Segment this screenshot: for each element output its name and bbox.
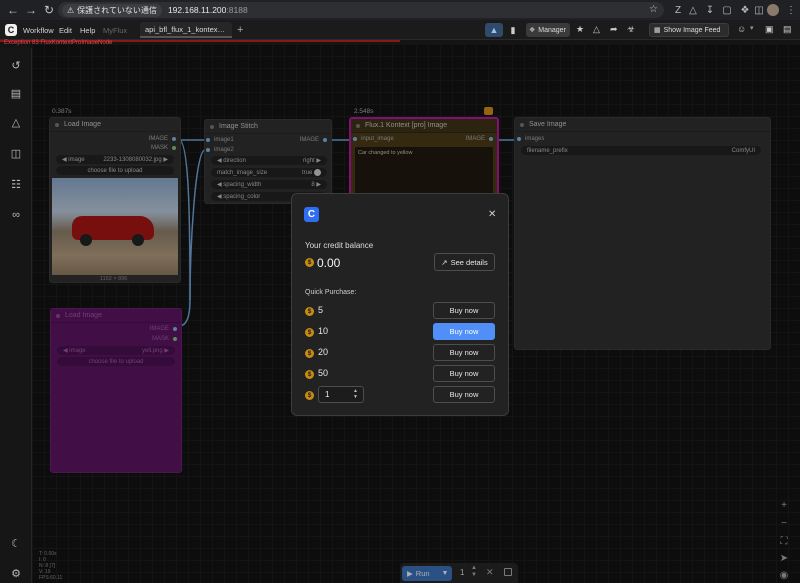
comfy-logo-icon: C [304, 207, 319, 222]
see-details-button[interactable]: ↗ See details [434, 253, 495, 271]
coin-dollar-icon: $ [305, 370, 314, 379]
custom-amount-input[interactable]: 1 ▲ ▼ [318, 386, 364, 403]
stepper-chevrons-icon[interactable]: ▲ ▼ [353, 388, 358, 400]
buy-now-button-20[interactable]: Buy now [433, 344, 495, 361]
buy-now-button-5[interactable]: Buy now [433, 302, 495, 319]
quick-purchase-label: Quick Purchase: [305, 289, 357, 296]
buy-now-button-10[interactable]: Buy now [433, 323, 495, 340]
purchase-amount-5: 5 [318, 305, 324, 315]
templates-icon[interactable]: ∞ [9, 208, 23, 222]
close-icon[interactable]: ✕ [488, 209, 496, 220]
credits-dialog: C ✕ Your credit balance $ 0.00 ↗ See det… [291, 193, 509, 416]
coin-dollar-icon: $ [305, 349, 314, 358]
queue-list-icon[interactable]: ▤ [9, 86, 23, 100]
left-sidebar: ↺ ▤ △ ◫ ☷ ∞ ☾ ⚙ [0, 48, 32, 583]
coin-dollar-icon: $ [305, 328, 314, 337]
buy-now-button-custom[interactable]: Buy now [433, 386, 495, 403]
balance-label: Your credit balance [305, 241, 374, 250]
purchase-amount-50: 50 [318, 368, 329, 378]
coin-dollar-icon: $ [305, 258, 314, 267]
model-library-icon[interactable]: ☷ [9, 177, 23, 191]
folder-icon[interactable]: ◫ [9, 146, 23, 160]
purchase-amount-10: 10 [318, 326, 329, 336]
balance-value: 0.00 [317, 256, 341, 270]
node-library-cube-icon[interactable]: △ [9, 115, 23, 129]
settings-gear-icon[interactable]: ⚙ [9, 566, 23, 580]
coin-dollar-icon: $ [305, 391, 314, 400]
theme-moon-icon[interactable]: ☾ [9, 536, 23, 550]
custom-amount-value: 1 [325, 390, 330, 399]
purchase-amount-20: 20 [318, 347, 329, 357]
history-icon[interactable]: ↺ [9, 58, 23, 72]
see-details-label: See details [450, 257, 488, 267]
external-arrow-icon: ↗ [441, 257, 448, 267]
buy-now-button-50[interactable]: Buy now [433, 365, 495, 382]
coin-dollar-icon: $ [305, 307, 314, 316]
